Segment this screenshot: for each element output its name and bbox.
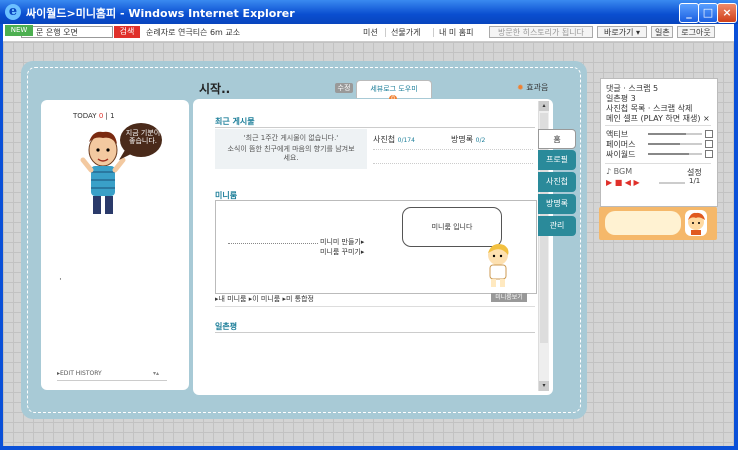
famous-slider-fill (648, 143, 681, 145)
ie-logo-icon: e (5, 4, 21, 20)
today-counter: TODAY 0 | 1 (73, 112, 115, 120)
scroll-up-icon[interactable]: ▴ (539, 101, 549, 111)
tab-profile[interactable]: 프로필 (538, 150, 576, 170)
banner-character-icon (685, 210, 707, 236)
search-input[interactable]: 문 은행 오면 (21, 26, 113, 38)
cyworld-checkbox[interactable] (705, 150, 713, 158)
today-label: TODAY (73, 112, 97, 120)
page-title: 시작.. (199, 82, 231, 96)
minime-character-icon (488, 244, 509, 287)
edit-history-link[interactable]: ▸EDIT HISTORY (57, 370, 102, 377)
scroll-down-icon[interactable]: ▾ (539, 381, 549, 391)
bgm-track: ♪ BGM (606, 167, 633, 176)
recent-empty-hint: 소식이 뜸한 친구에게 마음의 향기를 남겨보세요. (227, 145, 355, 162)
ilchon-section-title: 일촌평 (215, 322, 238, 331)
active-slider-fill (648, 133, 686, 135)
miniroom-footer-links: ▸내 미니룸 ▸이 미니룸 ▸미 통합정 (215, 294, 314, 304)
profile-panel: TODAY 0 | 1 지금 기분이 좋습니다. · ▸EDIT HISTORY… (41, 100, 189, 390)
my-homepage-link[interactable]: 내 미 홈피 (439, 27, 474, 38)
active-checkbox[interactable] (705, 130, 713, 138)
guestbook-counter-value: 0/2 (475, 137, 486, 144)
cyworld-slider[interactable] (648, 153, 702, 155)
cyworld-toolbar: 문 은행 오면 NEW 검색 순례자로 연극티슨 6m 교소 미션 선물가게 내… (3, 24, 734, 42)
banner-text-box (605, 211, 681, 235)
promo-link[interactable]: 순례자로 연극티슨 6m 교소 (146, 27, 240, 38)
profile-image: 지금 기분이 좋습니다. (71, 120, 163, 220)
grid-background: TODAY 0 | 1 지금 기분이 좋습니다. · ▸EDIT HISTORY… (3, 42, 734, 446)
photo-counter-label: 사진첩 (373, 135, 396, 144)
search-button[interactable]: 검색 (114, 26, 140, 38)
famous-checkbox[interactable] (705, 140, 713, 148)
toolbar-separator (385, 28, 386, 37)
effect-sound-toggle[interactable]: ✹ 효과음 (517, 82, 548, 93)
divider (57, 380, 167, 381)
divider (373, 149, 533, 150)
recent-empty-message: '최근 1주간 게시물이 없습니다.' (243, 134, 339, 142)
minimize-button[interactable]: _ (679, 3, 699, 23)
guestbook-counter[interactable]: 방명록 0/2 (451, 134, 485, 145)
sun-icon: ✹ (517, 83, 524, 92)
new-badge: NEW (5, 25, 33, 36)
browser-window: e 싸이월드>미니홈피 - Windows Internet Explorer … (0, 0, 738, 450)
divider (373, 163, 533, 164)
photo-counter-value: 0/174 (397, 137, 415, 144)
gift-shop-link[interactable]: 선물가게 (391, 27, 420, 38)
right-side-widget: 댓글 · 스크랩 5 일촌평 3 사진첩 목록 · 스크랩 삭제 메인 셀프 (… (600, 78, 718, 207)
tab-photos[interactable]: 사진첩 (538, 172, 576, 192)
divider (605, 125, 711, 126)
ilchon-button[interactable]: 일촌 (651, 26, 673, 38)
minihompy-book: TODAY 0 | 1 지금 기분이 좋습니다. · ▸EDIT HISTORY… (21, 61, 587, 419)
main-content-panel: 최근 게시물 '최근 1주간 게시물이 없습니다.' 소식이 뜸한 친구에게 마… (193, 99, 553, 395)
profile-dot: · (59, 275, 62, 285)
player-controls[interactable]: ▶ ■ ◀ ▶ (606, 178, 640, 187)
divider (215, 306, 535, 307)
speech-bubble-text: 지금 기분이 좋습니다. (125, 129, 161, 145)
shortcut-dropdown[interactable]: 바로가기 ▾ (597, 26, 647, 38)
this-miniroom-link[interactable]: ▸이 미니룸 (249, 295, 281, 303)
decorate-miniroom-link[interactable]: 미니룸 꾸미기▸ (320, 247, 364, 257)
make-minime-link[interactable]: 미니미 만들기▸ (320, 237, 364, 247)
divider (215, 127, 535, 128)
title-bar: e 싸이월드>미니홈피 - Windows Internet Explorer … (0, 0, 738, 24)
effect-sound-label: 효과음 (526, 83, 549, 92)
guestbook-counter-label: 방명록 (451, 135, 474, 144)
banner-mascot-icon (688, 212, 705, 235)
edit-history-arrows[interactable]: ▾▴ (153, 370, 159, 377)
active-slider[interactable] (648, 133, 702, 135)
tab-manage[interactable]: 관리 (538, 216, 576, 236)
tab-home[interactable]: 홈 (538, 129, 576, 149)
famous-slider[interactable] (648, 143, 702, 145)
player-status: 1/1 (689, 177, 701, 185)
visit-history-button[interactable]: 방문한 히스토리가 됩니다 (489, 26, 593, 38)
cyworld-slider-fill (648, 153, 689, 155)
browser-content: 문 은행 오면 NEW 검색 순례자로 연극티슨 6m 교소 미션 선물가게 내… (3, 24, 734, 446)
edit-title-button[interactable]: 수정 (335, 83, 353, 93)
my-miniroom-link[interactable]: ▸내 미니룸 (215, 295, 247, 303)
divider (228, 243, 318, 244)
divider (605, 163, 711, 164)
main-self-link[interactable]: 메인 셀프 (PLAY 하면 재생) × (606, 113, 710, 124)
divider (215, 332, 535, 333)
mission-link[interactable]: 미션 (363, 27, 378, 38)
photo-counter[interactable]: 사진첩 0/174 (373, 134, 415, 145)
view-miniroom-button[interactable]: 미니룸보기 (491, 293, 527, 302)
volume-slider[interactable] (659, 182, 685, 184)
today-count: 0 (98, 112, 104, 120)
maximize-button[interactable]: □ (698, 3, 718, 23)
slider-label-cyworld: 싸이월드 (606, 150, 636, 159)
recent-posts-empty-box: '최근 1주간 게시물이 없습니다.' 소식이 뜸한 친구에게 마음의 향기를 … (215, 129, 367, 169)
close-button[interactable]: × (717, 3, 737, 23)
window-title: 싸이월드>미니홈피 - Windows Internet Explorer (26, 7, 295, 20)
count-divider: | (105, 112, 108, 120)
recent-posts-title: 최근 게시물 (215, 117, 255, 126)
tab-guestbook[interactable]: 방명록 (538, 194, 576, 214)
integration-link[interactable]: ▸미 통합정 (282, 295, 314, 303)
logout-button[interactable]: 로그아웃 (677, 26, 715, 38)
toolbar-separator (433, 28, 434, 37)
miniroom-box: 미니미 만들기▸ 미니룸 꾸미기▸ 미니룸 입니다 (215, 200, 537, 294)
total-count: 1 (110, 112, 115, 120)
promo-banner[interactable] (599, 207, 717, 240)
